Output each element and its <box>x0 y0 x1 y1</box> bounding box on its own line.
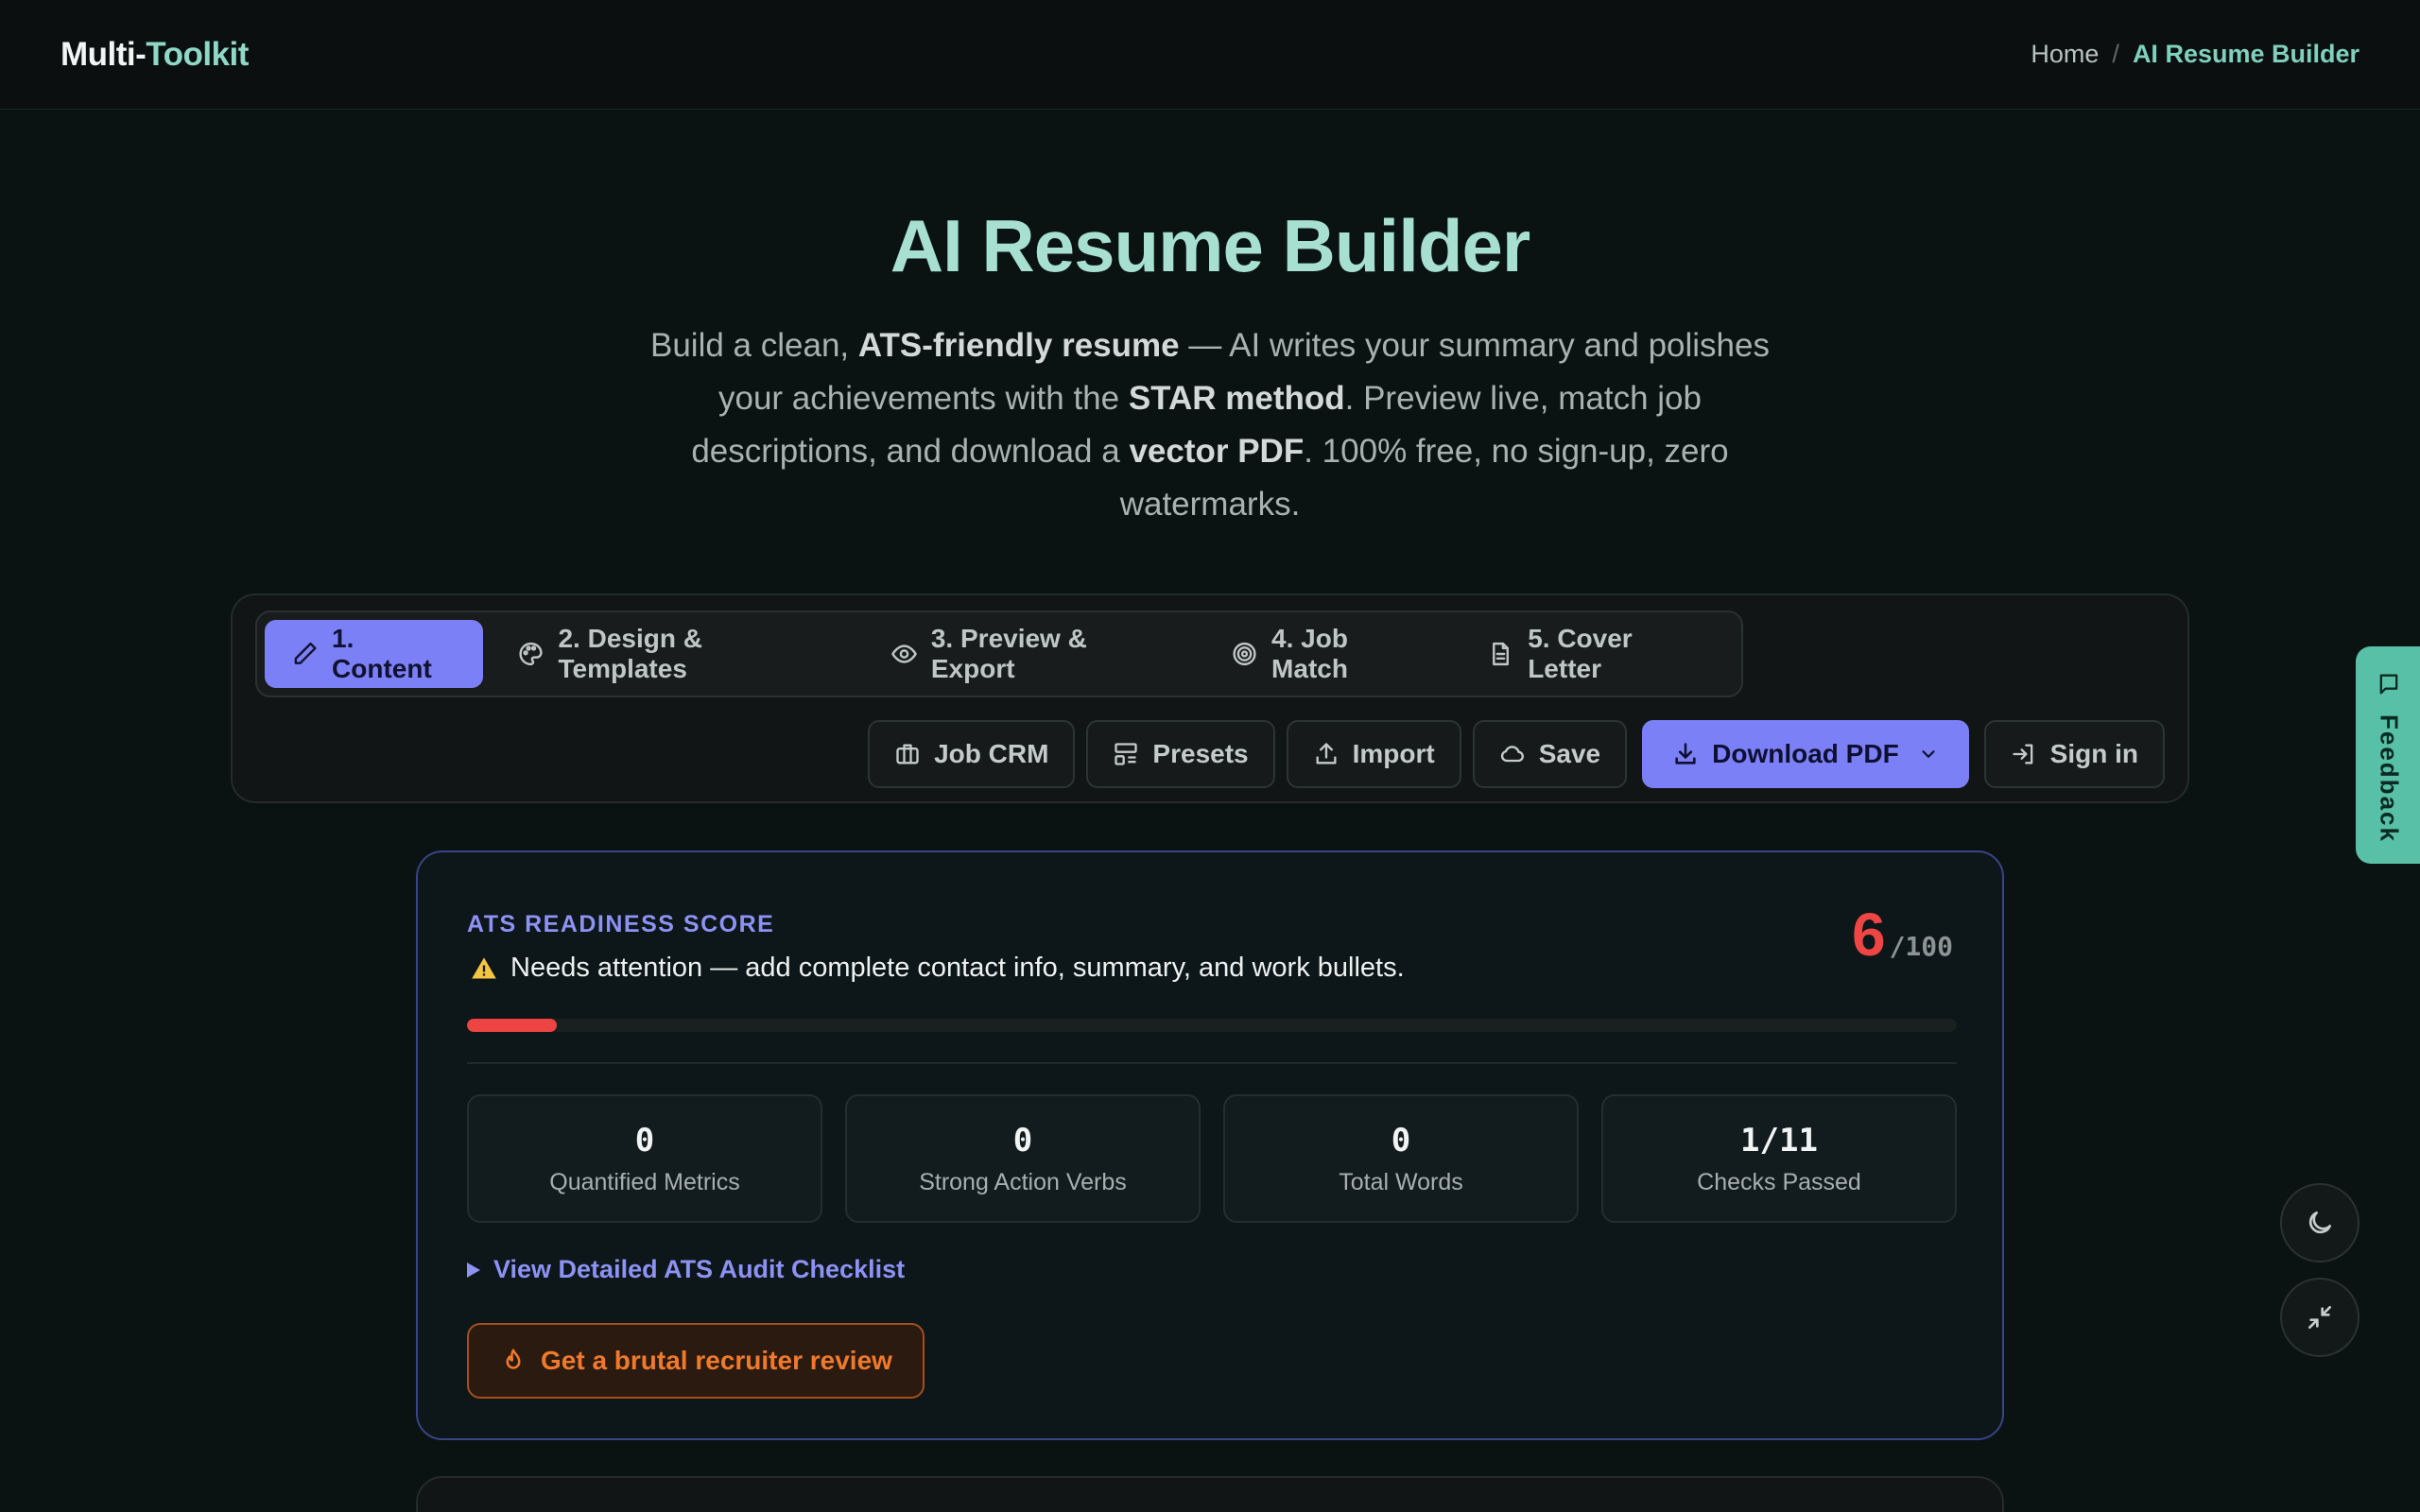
job-crm-button[interactable]: Job CRM <box>868 720 1076 788</box>
eye-icon <box>891 644 917 663</box>
step-tabs: 1. Content 2. Design & Templates 3. Prev… <box>255 610 1743 697</box>
ats-status-message: Needs attention — add complete contact i… <box>471 953 1405 984</box>
ats-score-card: ATS READINESS SCORE Needs attention — ad… <box>416 850 2004 1440</box>
tab-cover-letter[interactable]: 5. Cover Letter <box>1461 620 1734 688</box>
tab-preview-export[interactable]: 3. Preview & Export <box>864 620 1197 688</box>
feedback-tab[interactable]: Feedback <box>2356 646 2420 864</box>
download-icon <box>1675 743 1696 765</box>
breadcrumb-home-link[interactable]: Home <box>2031 40 2099 69</box>
breadcrumb-separator: / <box>2112 40 2119 68</box>
ats-score-label: ATS READINESS SCORE <box>467 911 775 937</box>
warning-icon <box>472 956 496 978</box>
import-button[interactable]: Import <box>1286 720 1461 788</box>
palette-icon <box>519 642 544 666</box>
presets-button[interactable]: Presets <box>1086 720 1275 788</box>
save-button[interactable]: Save <box>1472 720 1628 788</box>
chevron-down-icon[interactable] <box>1918 744 1939 765</box>
sign-in-button[interactable]: Sign in <box>1983 720 2165 788</box>
page-title: AI Resume Builder <box>890 204 1531 287</box>
ats-score-number: 6 <box>1851 901 1886 969</box>
ats-score-value: 6 /100 <box>1852 900 1953 970</box>
feedback-icon <box>2379 674 2398 695</box>
minimize-icon <box>2308 1306 2331 1329</box>
pencil-icon <box>294 642 317 664</box>
download-pdf-button[interactable]: Download PDF <box>1642 720 1969 788</box>
recruiter-review-button[interactable]: Get a brutal recruiter review <box>467 1323 925 1399</box>
cloud-icon <box>1500 746 1524 763</box>
top-navbar: Multi-Toolkit Home / AI Resume Builder <box>0 0 2420 110</box>
divider <box>467 1062 1957 1064</box>
ats-score-max: /100 <box>1889 931 1953 962</box>
stat-checks-passed: 1/11 Checks Passed <box>1601 1094 1957 1223</box>
page-subtitle: Build a clean, ATS-friendly resume — AI … <box>650 327 1770 523</box>
caret-right-icon <box>467 1262 480 1278</box>
next-section-card <box>416 1476 2004 1512</box>
stat-total-words: 0 Total Words <box>1223 1094 1579 1223</box>
breadcrumb-current: AI Resume Builder <box>2132 40 2360 68</box>
flame-icon <box>506 1349 521 1369</box>
tab-design-templates[interactable]: 2. Design & Templates <box>491 620 856 688</box>
ats-audit-checklist-toggle[interactable]: View Detailed ATS Audit Checklist <box>467 1255 905 1284</box>
theme-toggle-button[interactable] <box>2280 1183 2360 1263</box>
breadcrumb: Home / AI Resume Builder <box>2031 40 2360 69</box>
upload-icon <box>1316 743 1337 765</box>
builder-toolbar: 1. Content 2. Design & Templates 3. Prev… <box>231 593 2189 803</box>
ats-progress-bar <box>467 1019 1957 1032</box>
moon-icon <box>2308 1211 2331 1234</box>
document-icon <box>1493 642 1510 666</box>
collapse-button[interactable] <box>2280 1278 2360 1357</box>
brand-logo[interactable]: Multi-Toolkit <box>60 36 249 74</box>
toolbar-actions: Job CRM Presets Import Save Download PDF… <box>868 720 2165 788</box>
layout-icon <box>1115 743 1138 765</box>
ats-progress-fill <box>467 1019 557 1032</box>
target-icon <box>1233 642 1256 666</box>
tab-job-match[interactable]: 4. Job Match <box>1204 620 1453 688</box>
stat-strong-action-verbs: 0 Strong Action Verbs <box>845 1094 1201 1223</box>
tab-content[interactable]: 1. Content <box>265 620 484 688</box>
briefcase-icon <box>896 744 919 765</box>
login-icon <box>2013 744 2033 765</box>
ats-stats: 0 Quantified Metrics 0 Strong Action Ver… <box>467 1094 1957 1223</box>
stat-quantified-metrics: 0 Quantified Metrics <box>467 1094 822 1223</box>
